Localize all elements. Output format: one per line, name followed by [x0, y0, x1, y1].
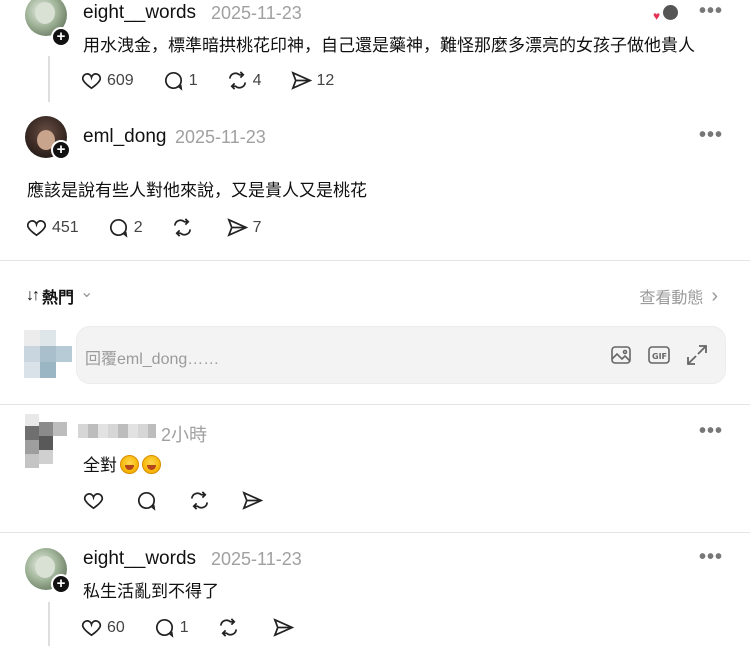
- username[interactable]: eight__words: [83, 2, 196, 24]
- chevron-right-icon: ›: [711, 285, 718, 307]
- laughing-emoji-icon: [120, 455, 139, 474]
- post-eml-dong: + eml_dong 2025-11-23 ••• 應該是說有些人對他來說，又是…: [0, 110, 750, 260]
- reply-tools: GIF: [595, 343, 709, 367]
- comment-item: 2小時 ••• 全對: [0, 404, 750, 532]
- post-text: 用水洩金，標準暗拱桃花印神，自己還是藥神，難怪那麼多漂亮的女孩子做他貴人: [83, 36, 695, 55]
- like-button[interactable]: 60: [80, 616, 125, 639]
- image-icon[interactable]: [609, 343, 633, 367]
- reply-input[interactable]: 回覆eml_dong…… GIF: [76, 326, 726, 384]
- send-icon: [273, 618, 294, 637]
- share-count: 12: [316, 71, 335, 89]
- reply-count: 2: [133, 218, 143, 236]
- chevron-down-icon: ⌄: [80, 284, 94, 301]
- view-activity-link[interactable]: 查看動態 ›: [639, 284, 718, 308]
- sort-arrows-icon: ↓↑: [26, 287, 40, 304]
- heart-icon: [81, 620, 102, 637]
- like-count: 609: [107, 71, 134, 89]
- sort-bar: ↓↑ 熱門 ⌄ 查看動態 ›: [0, 272, 750, 316]
- blurred-avatar: [25, 414, 67, 474]
- post-actions: 60 1: [80, 616, 327, 639]
- send-icon: [226, 218, 248, 237]
- laughing-emoji-icon: [142, 455, 161, 474]
- comment-text-label: 全對: [83, 456, 117, 475]
- post-date: 2025-11-23: [211, 3, 302, 23]
- comment-text: 全對: [83, 451, 161, 476]
- send-icon: [242, 491, 264, 510]
- thread-line: [48, 602, 50, 646]
- username[interactable]: eight__words: [83, 548, 196, 570]
- send-icon: [290, 71, 312, 90]
- like-count: 451: [52, 218, 79, 236]
- expand-icon[interactable]: [685, 343, 709, 367]
- comment-time: 2小時: [161, 425, 208, 445]
- post-eight-words-1: + eight__words 2025-11-23 ♥ ••• 用水洩金，標準暗…: [0, 0, 750, 110]
- more-options-icon[interactable]: •••: [699, 0, 723, 23]
- reply-button[interactable]: 1: [153, 616, 189, 639]
- more-options-icon[interactable]: •••: [699, 124, 723, 147]
- repost-button[interactable]: [217, 616, 244, 639]
- post-actions: 609 1 4 12: [80, 69, 362, 92]
- post-actions: 451 2 7: [25, 216, 290, 239]
- view-activity-label: 查看動態: [639, 290, 704, 307]
- thread-line: [48, 56, 50, 102]
- current-user-avatar: [24, 330, 74, 380]
- sort-dropdown[interactable]: ↓↑ 熱門 ⌄: [26, 284, 93, 308]
- comment-icon: [109, 218, 128, 238]
- reply-composer: 回覆eml_dong…… GIF: [20, 326, 726, 384]
- heart-icon: [81, 73, 102, 90]
- follow-badge-icon[interactable]: +: [51, 140, 71, 160]
- repost-count: 4: [252, 71, 262, 89]
- like-button[interactable]: 451: [25, 216, 79, 239]
- post-eight-words-2: + eight__words 2025-11-23 ••• 私生活亂到不得了 6…: [0, 532, 750, 646]
- heart-icon: [83, 493, 104, 510]
- username[interactable]: eml_dong: [83, 126, 166, 148]
- gif-icon[interactable]: GIF: [647, 343, 671, 367]
- comment-icon: [138, 491, 156, 511]
- reply-button[interactable]: [135, 489, 162, 512]
- post-text: 私生活亂到不得了: [83, 582, 219, 601]
- like-count: 60: [107, 618, 125, 636]
- reply-count: 1: [188, 71, 198, 89]
- post-text: 應該是說有些人對他來說，又是貴人又是桃花: [27, 181, 367, 200]
- svg-text:GIF: GIF: [652, 352, 667, 361]
- follow-badge-icon[interactable]: +: [51, 27, 71, 47]
- like-button[interactable]: 609: [80, 69, 134, 92]
- repost-button[interactable]: [188, 489, 215, 512]
- repost-icon: [228, 71, 246, 90]
- share-button[interactable]: 12: [290, 69, 335, 92]
- reply-placeholder: 回覆eml_dong……: [85, 351, 220, 368]
- reply-button[interactable]: 1: [162, 69, 198, 92]
- comment-icon: [155, 618, 174, 638]
- more-options-icon[interactable]: •••: [699, 420, 723, 443]
- repost-icon: [219, 618, 237, 637]
- reply-button[interactable]: 2: [107, 216, 143, 239]
- more-options-icon[interactable]: •••: [699, 546, 723, 569]
- repost-icon: [190, 491, 209, 510]
- share-count: 7: [252, 218, 262, 236]
- share-button[interactable]: [241, 489, 268, 512]
- liked-by-avatars-icon[interactable]: ♥: [653, 4, 679, 23]
- post-date: 2025-11-23: [211, 549, 302, 569]
- repost-button[interactable]: [171, 216, 198, 239]
- repost-button[interactable]: 4: [226, 69, 262, 92]
- repost-icon: [173, 218, 191, 237]
- heart-icon: [26, 220, 47, 237]
- reply-count: 1: [179, 618, 189, 636]
- comment-icon: [164, 71, 183, 91]
- blurred-username[interactable]: [78, 424, 156, 438]
- divider: [0, 260, 750, 261]
- comment-actions: [82, 489, 296, 512]
- sort-label: 熱門: [42, 290, 75, 307]
- follow-badge-icon[interactable]: +: [51, 574, 71, 594]
- share-button[interactable]: 7: [226, 216, 262, 239]
- share-button[interactable]: [272, 616, 299, 639]
- like-button[interactable]: [82, 489, 109, 512]
- post-date: 2025-11-23: [175, 127, 266, 147]
